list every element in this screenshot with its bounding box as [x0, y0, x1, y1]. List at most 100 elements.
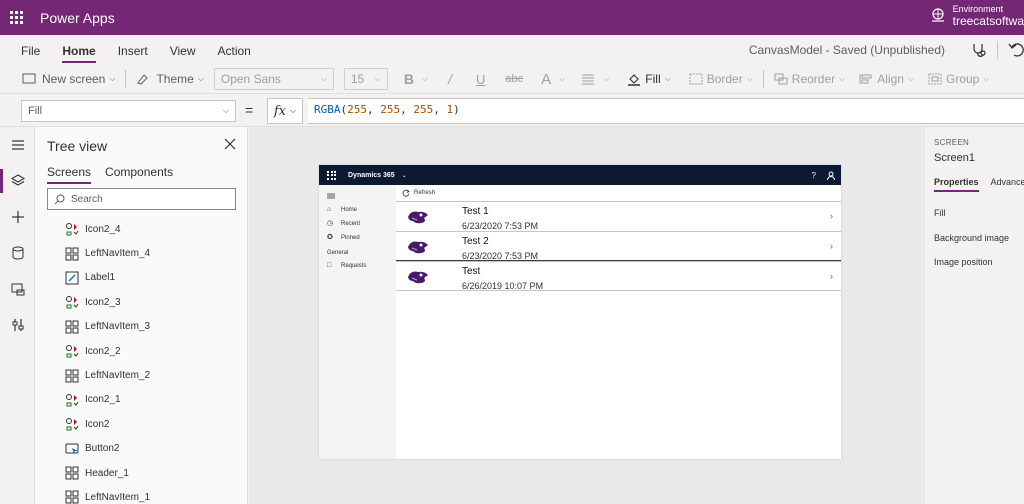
font-size-select[interactable]: 15 ⌵	[343, 68, 388, 90]
property-background-image[interactable]: Background image	[934, 233, 1009, 243]
strikethrough-icon[interactable]: abc	[501, 67, 527, 91]
search-icon	[54, 194, 65, 204]
chevron-right-icon[interactable]: ›	[830, 241, 833, 251]
font-color-icon[interactable]: A	[537, 67, 555, 91]
fill-label: Fill	[645, 72, 661, 86]
theme-button[interactable]: Theme ⌵	[132, 67, 207, 91]
row-subtitle: 6/23/2020 7:53 PM	[462, 251, 539, 261]
row-subtitle: 6/26/2019 10:07 PM	[462, 281, 544, 291]
tab-components[interactable]: Components	[105, 165, 173, 184]
waffle-icon[interactable]	[327, 170, 336, 180]
menu-separator	[997, 41, 998, 59]
nav-item-label: Pinned	[341, 235, 360, 241]
media-button[interactable]	[0, 271, 35, 307]
tree-search-input[interactable]: Search	[47, 188, 236, 210]
underline-icon[interactable]: U	[472, 67, 489, 91]
control-type: SCREEN	[934, 138, 970, 147]
gallery-row[interactable]: Test 6/26/2019 10:07 PM ›	[396, 261, 841, 291]
waffle-icon	[9, 11, 23, 24]
text-align-icon[interactable]	[577, 67, 599, 91]
search-placeholder: Search	[71, 193, 103, 205]
close-icon[interactable]	[223, 137, 237, 151]
align-icon	[859, 74, 872, 84]
data-button[interactable]	[0, 235, 35, 271]
italic-icon[interactable]: /	[444, 67, 456, 91]
nav-item-requests[interactable]: □ Requests	[319, 259, 396, 273]
app-checker-icon[interactable]	[969, 41, 987, 59]
property-fill[interactable]: Fill	[934, 208, 946, 218]
reorder-button[interactable]: Reorder ⌵	[770, 67, 849, 91]
control-name[interactable]: Screen1	[934, 152, 975, 164]
menu-home[interactable]: Home	[62, 35, 97, 65]
border-button[interactable]: Border ⌵	[685, 67, 757, 91]
align-button[interactable]: Align ⌵	[855, 67, 918, 91]
tree-item-label: LeftNavItem_2	[85, 370, 151, 382]
formula-arg: 255	[380, 103, 401, 116]
formula-input[interactable]: RGBA(255, 255, 255, 1)	[308, 98, 1024, 124]
gallery-row[interactable]: Test 1 6/23/2020 7:53 PM ›	[396, 201, 841, 231]
d365-header[interactable]: Dynamics 365 ⌄ ?	[319, 165, 841, 185]
tab-properties[interactable]: Properties	[934, 177, 979, 192]
group-control-icon	[65, 490, 79, 504]
bold-icon[interactable]: B	[400, 67, 418, 91]
nav-item-recent[interactable]: ◷ Recent	[319, 217, 396, 231]
insert-button[interactable]	[0, 199, 35, 235]
gallery-row[interactable]: Test 2 6/23/2020 7:53 PM ›	[396, 231, 841, 261]
tree-view-panel: Tree view Screens Components Search Icon…	[35, 127, 248, 504]
tree-item[interactable]: LeftNavItem_4	[65, 241, 150, 265]
tree-item[interactable]: Icon2_4	[65, 217, 150, 241]
chevron-down-icon: ⌵	[839, 74, 846, 83]
tab-screens[interactable]: Screens	[47, 165, 92, 184]
property-value: Fill	[28, 105, 43, 117]
tree-item[interactable]: LeftNavItem_1	[65, 485, 150, 504]
ribbon-toolbar: New screen ⌵ Theme ⌵ Open Sans ⌵ 15 ⌵ B …	[0, 65, 1024, 93]
menu-file[interactable]: File	[21, 35, 40, 65]
property-select[interactable]: Fill ⌵	[21, 100, 236, 122]
function-button[interactable]: fx ⌵	[267, 98, 303, 124]
formula-function: RGBA	[314, 103, 341, 116]
tree-view-button[interactable]	[0, 163, 35, 199]
properties-panel: SCREEN Screen1 Properties Advanced Fill …	[923, 127, 1024, 504]
tree-item-label: LeftNavItem_1	[85, 491, 151, 503]
tree-item[interactable]: Header_1	[65, 461, 150, 485]
group-button[interactable]: Group ⌵	[924, 67, 993, 91]
menu-action[interactable]: Action	[218, 35, 251, 65]
nav-item-pinned[interactable]: ✪ Pinned	[319, 231, 396, 245]
nav-item-label: Requests	[341, 263, 367, 269]
app-launcher-button[interactable]	[0, 0, 32, 35]
tree-item[interactable]: Icon2	[65, 412, 150, 436]
group-label: Group	[946, 72, 980, 86]
theme-label: Theme	[156, 72, 194, 86]
tree-item[interactable]: Icon2_3	[65, 290, 150, 314]
nav-hamburger[interactable]	[319, 189, 396, 203]
user-icon[interactable]	[827, 171, 835, 180]
help-icon[interactable]: ?	[812, 171, 816, 180]
hamburger-button[interactable]	[0, 127, 35, 163]
tree-item[interactable]: LeftNavItem_3	[65, 315, 150, 339]
chevron-right-icon[interactable]: ›	[830, 271, 833, 281]
tree-item[interactable]: Button2	[65, 437, 150, 461]
tree-item[interactable]: LeftNavItem_2	[65, 363, 150, 387]
menu-insert[interactable]: Insert	[118, 35, 148, 65]
tree-item[interactable]: Icon2_1	[65, 388, 150, 412]
property-image-position[interactable]: Image position	[934, 257, 993, 267]
tab-advanced[interactable]: Advanced	[991, 177, 1024, 192]
undo-icon[interactable]	[1008, 41, 1024, 59]
reorder-icon	[774, 73, 788, 85]
environment-picker[interactable]: Environment treecatsoftwa	[929, 3, 1024, 27]
nav-item-home[interactable]: ⌂ Home	[319, 203, 396, 217]
tree-item[interactable]: Icon2_2	[65, 339, 150, 363]
chevron-down-icon[interactable]: ⌄	[402, 172, 407, 179]
chevron-down-icon: ⌵	[197, 74, 204, 83]
refresh-button[interactable]: Refresh	[396, 185, 841, 200]
font-select[interactable]: Open Sans ⌵	[213, 68, 334, 90]
menu-view[interactable]: View	[170, 35, 196, 65]
canvas-area[interactable]: Dynamics 365 ⌄ ? ⌂ Home ◷ Recent ✪ Pinne…	[249, 127, 922, 504]
new-screen-button[interactable]: New screen ⌵	[18, 67, 119, 91]
chevron-right-icon[interactable]: ›	[830, 211, 833, 221]
fill-button[interactable]: Fill ⌵	[623, 67, 674, 91]
app-screen[interactable]: Dynamics 365 ⌄ ? ⌂ Home ◷ Recent ✪ Pinne…	[319, 165, 841, 459]
advanced-tools-button[interactable]	[0, 307, 35, 343]
tree-item[interactable]: Label1	[65, 266, 150, 290]
toolbar-separator	[762, 70, 764, 88]
